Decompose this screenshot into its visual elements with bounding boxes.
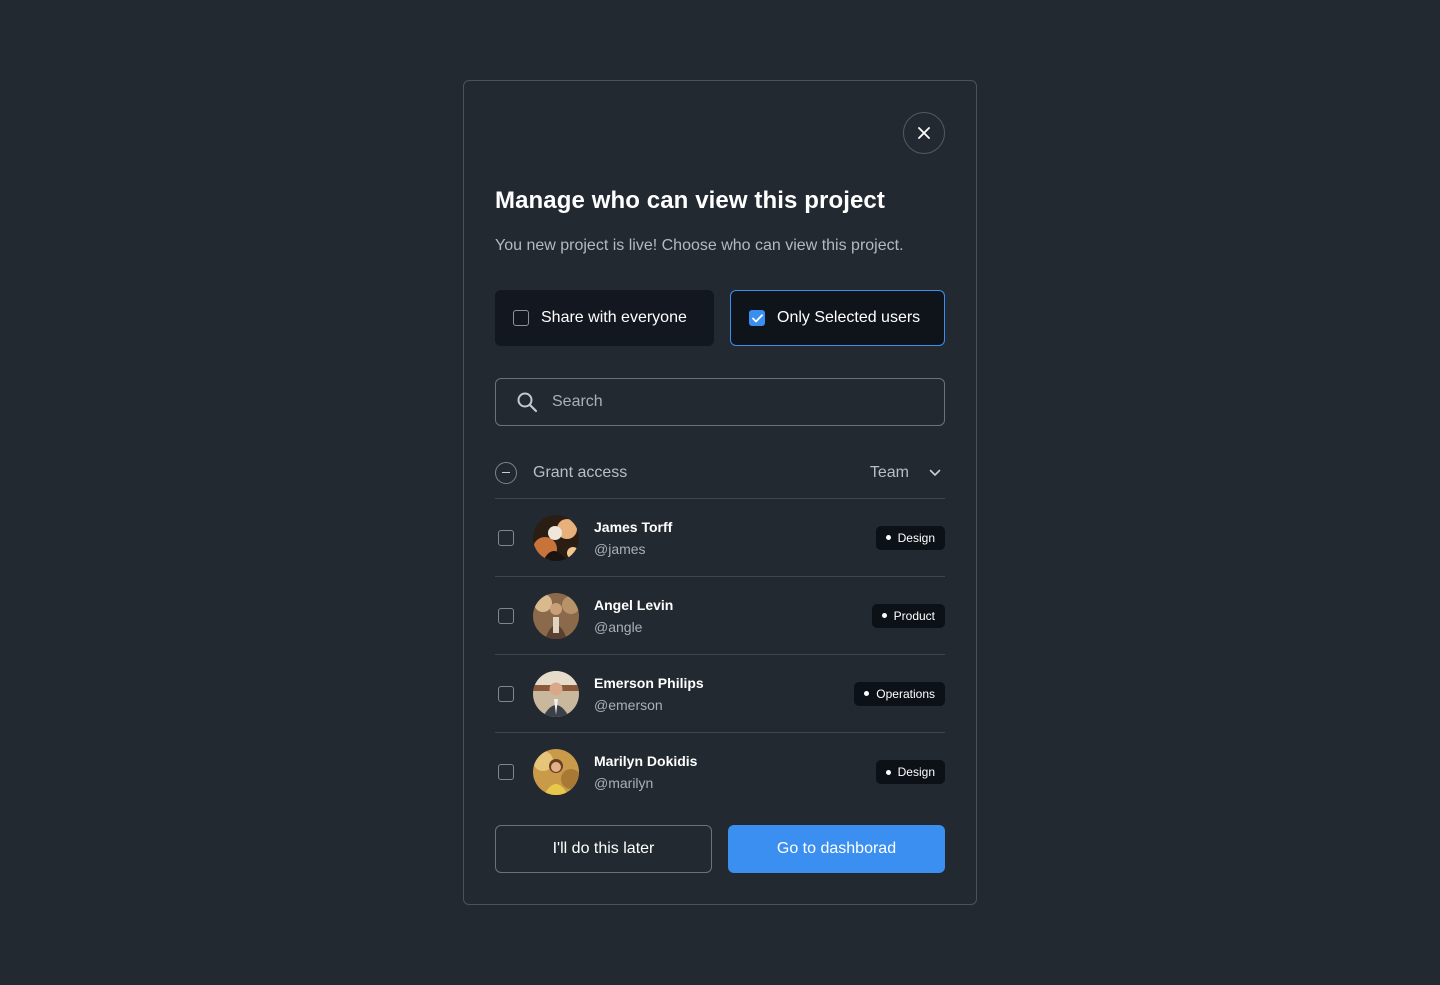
close-icon [918, 127, 930, 139]
team-badge: Design [875, 760, 945, 784]
user-row: Marilyn Dokidis @marilyn Design [495, 733, 945, 811]
search-input[interactable] [552, 393, 932, 411]
user-name: Marilyn Dokidis [594, 753, 698, 769]
avatar [533, 670, 579, 717]
avatar [533, 514, 579, 561]
avatar [533, 592, 579, 639]
user-name: Emerson Philips [594, 674, 704, 691]
user-handle: @emerson [594, 696, 663, 713]
user-name: Angel Levin [594, 596, 674, 613]
modal-subtitle: You new project is live! Choose who can … [495, 237, 904, 254]
modal-title: Manage who can view this project [495, 187, 885, 214]
user-checkbox[interactable] [498, 764, 514, 780]
chevron-down-icon [929, 469, 941, 476]
team-badge: Design [875, 525, 945, 550]
user-list: James Torff @james Design Angel Levin @a… [495, 499, 945, 811]
do-later-button[interactable]: I'll do this later [495, 825, 712, 873]
list-header: Grant access Team [495, 447, 945, 499]
only-selected-users-option[interactable]: Only Selected users [730, 290, 945, 346]
only-selected-users-label: Only Selected users [777, 309, 921, 326]
share-with-everyone-label: Share with everyone [541, 309, 687, 326]
search-box[interactable] [495, 378, 945, 426]
user-handle: @james [594, 540, 646, 557]
team-badge-label: Design [897, 530, 935, 545]
grant-access-label: Grant access [533, 463, 628, 481]
user-row: Angel Levin @angle Product [495, 577, 945, 655]
team-badge-label: Design [897, 765, 935, 779]
select-all-toggle[interactable] [495, 461, 517, 484]
only-selected-users-checkbox[interactable] [749, 310, 765, 326]
share-with-everyone-option[interactable]: Share with everyone [495, 290, 714, 346]
team-badge-label: Product [893, 608, 935, 623]
check-icon [751, 313, 763, 322]
team-badge-label: Operations [876, 686, 935, 701]
user-row: James Torff @james Design [495, 499, 945, 577]
close-button[interactable] [903, 112, 945, 154]
team-badge: Product [871, 603, 945, 628]
user-handle: @angle [594, 618, 643, 635]
user-checkbox[interactable] [498, 685, 514, 702]
team-dropdown-label: Team [869, 463, 909, 481]
team-badge: Operations [854, 681, 945, 706]
user-row: Emerson Philips @emerson Operations [495, 655, 945, 733]
user-checkbox[interactable] [498, 529, 514, 546]
team-dropdown[interactable]: Team [870, 464, 945, 482]
search-icon [517, 392, 538, 413]
user-handle: @marilyn [594, 775, 654, 791]
share-with-everyone-checkbox[interactable] [513, 310, 529, 326]
user-name: James Torff [594, 518, 673, 535]
user-checkbox[interactable] [498, 607, 514, 624]
avatar [533, 749, 579, 795]
share-project-modal: Manage who can view this project You new… [463, 80, 977, 905]
go-to-dashboard-button[interactable]: Go to dashborad [728, 825, 945, 873]
